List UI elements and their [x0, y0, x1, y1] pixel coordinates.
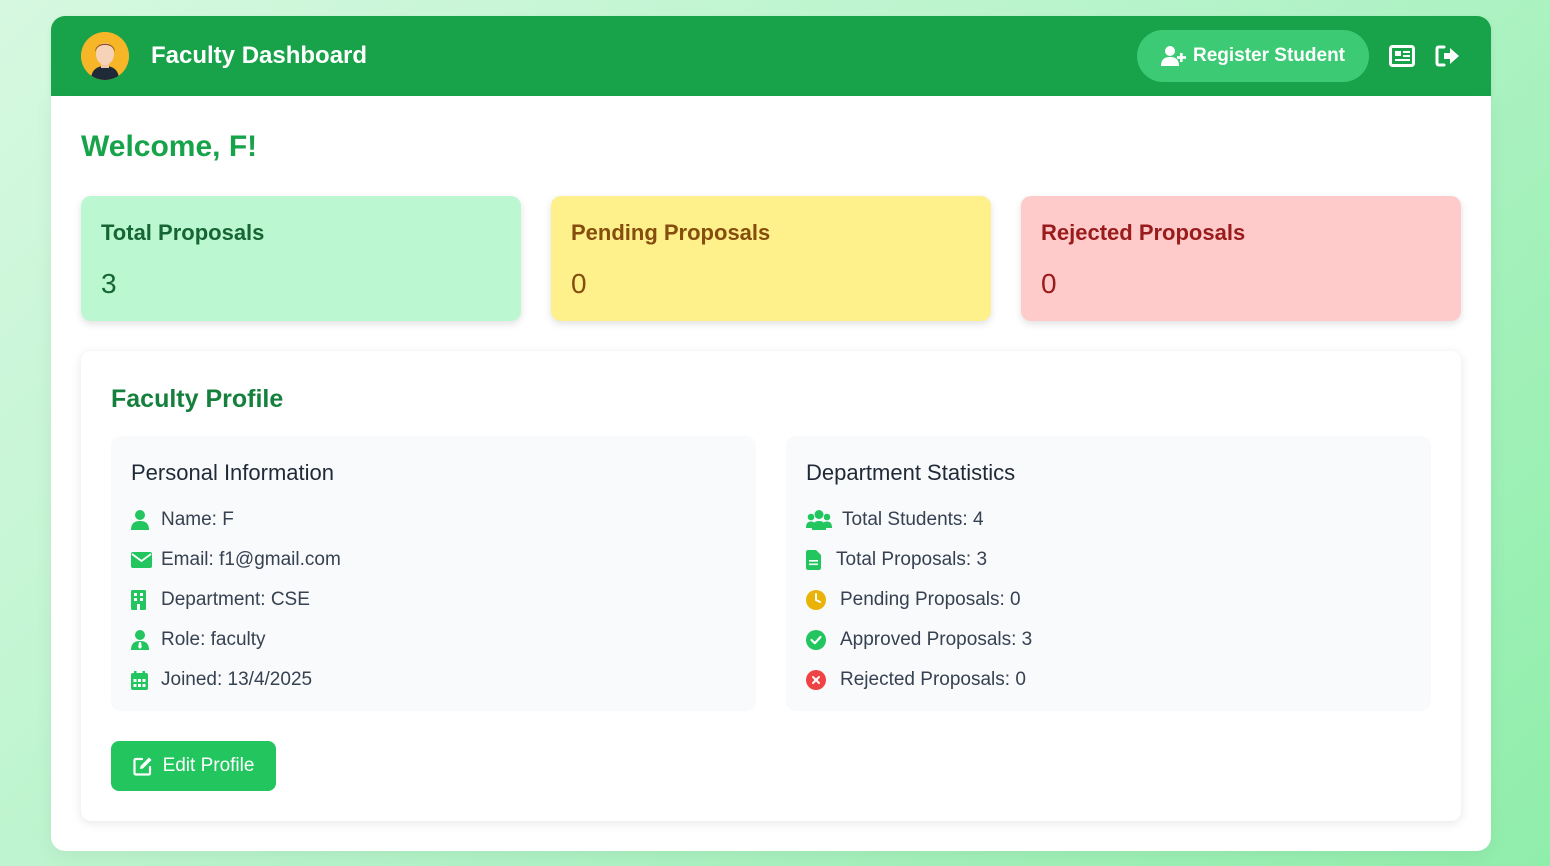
user-icon [131, 510, 157, 530]
main-content: Welcome, F! Total Proposals 3 Pending Pr… [51, 96, 1491, 851]
welcome-heading: Welcome, F! [81, 130, 258, 163]
edit-icon [132, 757, 152, 776]
total-students-text: Total Students: 4 [842, 509, 984, 530]
personal-information-panel: Personal Information Name: F Email: f1@g… [111, 436, 756, 711]
joined-text: Joined: 13/4/2025 [161, 669, 313, 690]
approved-proposals-row: Approved Proposals: 3 [806, 620, 1411, 660]
name-row: Name: F [131, 500, 736, 540]
department-statistics-title: Department Statistics [806, 460, 1016, 485]
name-text: Name: F [161, 509, 234, 530]
joined-row: Joined: 13/4/2025 [131, 660, 736, 700]
personal-information-title: Personal Information [131, 460, 334, 485]
register-student-button[interactable]: Register Student [1137, 30, 1369, 82]
department-text: Department: CSE [161, 589, 310, 610]
total-proposals-card: Total Proposals 3 [81, 196, 521, 321]
file-icon [806, 550, 832, 570]
total-proposals-row: Total Proposals: 3 [806, 540, 1411, 580]
email-text: Email: f1@gmail.com [161, 549, 341, 570]
pending-proposals-card: Pending Proposals 0 [551, 196, 991, 321]
rejected-proposals-card: Rejected Proposals 0 [1021, 196, 1461, 321]
calendar-icon [131, 670, 157, 690]
email-row: Email: f1@gmail.com [131, 540, 736, 580]
total-students-row: Total Students: 4 [806, 500, 1411, 540]
department-row: Department: CSE [131, 580, 736, 620]
times-circle-icon [806, 670, 836, 690]
rejected-proposals-text: Rejected Proposals: 0 [840, 669, 1026, 690]
department-statistics-panel: Department Statistics Total Students: 4 … [786, 436, 1431, 711]
top-navbar: Faculty Dashboard Register Student [51, 16, 1491, 96]
total-proposals-value: 3 [101, 268, 117, 299]
check-circle-icon [806, 630, 836, 650]
pending-proposals-row: Pending Proposals: 0 [806, 580, 1411, 620]
building-icon [131, 590, 157, 610]
envelope-icon [131, 552, 157, 568]
register-student-label: Register Student [1192, 45, 1346, 66]
edit-profile-button[interactable]: Edit Profile [111, 741, 276, 791]
logout-icon[interactable] [1435, 43, 1461, 69]
role-row: Role: faculty [131, 620, 736, 660]
rejected-proposals-value: 0 [1041, 268, 1057, 299]
user-tie-icon [131, 630, 157, 650]
pending-proposals-value: 0 [571, 268, 587, 299]
total-proposals-text: Total Proposals: 3 [836, 549, 988, 570]
pending-proposals-text: Pending Proposals: 0 [840, 589, 1021, 610]
pending-proposals-label: Pending Proposals [571, 220, 771, 245]
role-text: Role: faculty [161, 629, 266, 650]
approved-proposals-text: Approved Proposals: 3 [840, 629, 1033, 650]
newspaper-icon[interactable] [1389, 43, 1415, 69]
rejected-proposals-label: Rejected Proposals [1041, 220, 1246, 245]
users-icon [806, 510, 838, 530]
edit-profile-label: Edit Profile [162, 755, 255, 776]
rejected-proposals-row: Rejected Proposals: 0 [806, 660, 1411, 700]
clock-icon [806, 590, 836, 610]
dashboard-title: Faculty Dashboard [151, 42, 368, 69]
faculty-profile-card: Faculty Profile Personal Information Nam… [81, 351, 1461, 821]
faculty-profile-title: Faculty Profile [111, 385, 284, 413]
user-avatar[interactable] [81, 32, 129, 80]
total-proposals-label: Total Proposals [101, 220, 265, 245]
user-plus-icon [1160, 46, 1186, 66]
